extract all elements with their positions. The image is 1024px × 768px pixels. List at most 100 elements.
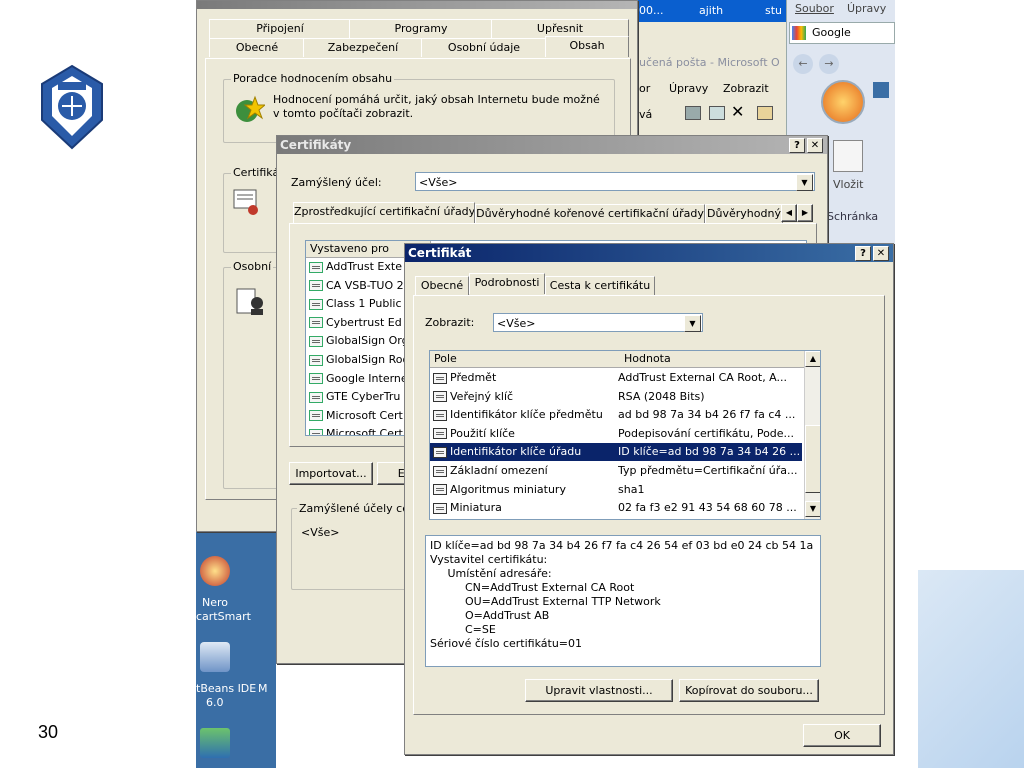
- tab-scroll-left-button[interactable]: ◀: [781, 204, 797, 222]
- certificate-issued-to: AddTrust Exte: [326, 260, 402, 273]
- tab-programy[interactable]: Programy: [349, 19, 493, 38]
- close-button[interactable]: ✕: [807, 138, 823, 153]
- delete-icon[interactable]: ✕: [731, 102, 744, 121]
- tab-obsah[interactable]: Obsah: [545, 36, 629, 57]
- field-row[interactable]: Veřejný klíč RSA (2048 Bits): [430, 388, 802, 406]
- help-button[interactable]: ?: [855, 246, 871, 261]
- field-row[interactable]: Algoritmus miniatury sha1: [430, 481, 802, 499]
- outlook-header-item[interactable]: ajith: [699, 4, 723, 17]
- chevron-down-icon[interactable]: ▼: [796, 174, 813, 191]
- paste-label[interactable]: Vložit: [833, 178, 863, 191]
- tab-details[interactable]: Podrobnosti: [469, 273, 545, 294]
- certificate-titlebar: Certifikát: [405, 244, 893, 262]
- content-advisor-icon: [235, 95, 267, 123]
- show-select[interactable]: <Vše> ▼: [493, 313, 703, 332]
- tab-obecne[interactable]: Obecné: [209, 38, 305, 57]
- outlook-menu-item[interactable]: or: [639, 82, 650, 95]
- certificate-dialog: Certifikát ? ✕ Obecné Podrobnosti Cesta …: [404, 243, 894, 755]
- tab-general[interactable]: Obecné: [415, 276, 469, 295]
- purpose-value: <Vše>: [419, 176, 458, 189]
- field-name: Algoritmus miniatury: [450, 482, 566, 496]
- column-header-field[interactable]: Pole: [430, 351, 621, 368]
- netbeans-label-2: 6.0: [206, 696, 224, 709]
- help-button[interactable]: ?: [789, 138, 805, 153]
- purpose-select[interactable]: <Vše> ▼: [415, 172, 815, 191]
- office-button-icon[interactable]: [821, 80, 865, 124]
- outlook-title: učená pošta - Microsoft O: [639, 56, 780, 69]
- fields-list[interactable]: Pole Hodnota Předmět AddTrust External CA…: [429, 350, 821, 520]
- menu-item-upravy[interactable]: Úpravy: [847, 2, 886, 15]
- nero-label-2: cartSmart: [196, 610, 251, 623]
- personal-group-label: Osobní: [231, 260, 274, 273]
- scroll-up-button[interactable]: ▲: [805, 351, 820, 367]
- field-row[interactable]: Identifikátor klíče úřadu ID klíče=ad bd …: [430, 443, 802, 462]
- certificate-icon: [309, 298, 323, 310]
- field-icon: [433, 409, 447, 421]
- save-icon[interactable]: [873, 82, 889, 98]
- outlook-toolbar-label: vá: [639, 108, 653, 121]
- certificate-title: Certifikát: [408, 246, 472, 260]
- detail-line: Umístění adresáře:: [430, 567, 552, 580]
- netbeans-icon[interactable]: [200, 642, 230, 672]
- field-row[interactable]: Použití klíče Podepisování certifikátu, P…: [430, 425, 802, 443]
- detail-textbox[interactable]: ID klíče=ad bd 98 7a 34 b4 26 f7 fa c4 2…: [425, 535, 821, 667]
- outlook-menu-item[interactable]: Zobrazit: [723, 82, 769, 95]
- certificate-issued-to: Microsoft Cert: [326, 408, 403, 422]
- forward-icon[interactable]: →: [819, 54, 839, 74]
- content-advisor-label: Poradce hodnocením obsahu: [231, 72, 395, 85]
- google-icon: [792, 26, 806, 40]
- certificates-group-label: Certifiká: [231, 166, 282, 179]
- reply-icon[interactable]: [757, 106, 773, 120]
- netbeans-label-extra: M: [258, 682, 268, 695]
- decorative-shape: [918, 570, 1024, 768]
- field-row[interactable]: Miniatura 02 fa f3 e2 91 43 54 68 60 78 .…: [430, 499, 802, 517]
- detail-lines: ID klíče=ad bd 98 7a 34 b4 26 f7 fa c4 2…: [430, 539, 813, 651]
- desktop-background: Nero cartSmart tBeans IDE M 6.0: [196, 530, 276, 768]
- app-icon[interactable]: [200, 728, 230, 758]
- field-value: AddTrust External CA Root, A...: [618, 371, 788, 384]
- field-row[interactable]: Předmět AddTrust External CA Root, A...: [430, 369, 802, 387]
- move-icon[interactable]: [709, 106, 725, 120]
- close-button[interactable]: ✕: [873, 246, 889, 261]
- tab-certification-path[interactable]: Cesta k certifikátu: [545, 276, 655, 295]
- paste-icon[interactable]: [833, 140, 863, 172]
- menu-item-soubor[interactable]: Soubor: [795, 2, 834, 15]
- outlook-header-item[interactable]: stu: [765, 4, 782, 17]
- back-icon[interactable]: ←: [793, 54, 813, 74]
- purpose-label: Zamýšlený účel:: [291, 176, 382, 189]
- tab-trusted-root-ca[interactable]: Důvěryhodné kořenové certifikační úřady: [475, 204, 705, 223]
- certificate-icon: [309, 317, 323, 329]
- copy-to-file-button[interactable]: Kopírovat do souboru...: [679, 679, 819, 702]
- outlook-menu-item[interactable]: Úpravy: [669, 82, 708, 95]
- field-name: Základní omezení: [450, 464, 548, 477]
- certificate-icon: [309, 391, 323, 403]
- tab-scroll-right-button[interactable]: ▶: [797, 204, 813, 222]
- google-toolbar[interactable]: Google: [789, 22, 895, 44]
- field-row[interactable]: Základní omezení Typ předmětu=Certifikačn…: [430, 462, 802, 480]
- ok-button[interactable]: OK: [803, 724, 881, 747]
- field-row[interactable]: Identifikátor klíče předmětu ad bd 98 7a …: [430, 406, 802, 424]
- nero-icon[interactable]: [200, 556, 230, 586]
- tab-pripojeni[interactable]: Připojení: [209, 19, 351, 38]
- show-value: <Vše>: [497, 317, 536, 330]
- internet-options-titlebar: [197, 1, 637, 9]
- scroll-thumb[interactable]: [805, 425, 820, 493]
- fields-scrollbar[interactable]: ▲ ▼: [804, 351, 820, 519]
- netbeans-label: tBeans IDE: [196, 682, 257, 695]
- tab-osobni-udaje[interactable]: Osobní údaje: [421, 38, 547, 57]
- certificate-icon: [309, 428, 323, 435]
- import-button[interactable]: Importovat...: [289, 462, 373, 485]
- scroll-down-button[interactable]: ▼: [805, 501, 820, 517]
- tab-zabezpeceni[interactable]: Zabezpečení: [303, 38, 423, 57]
- field-name: Identifikátor klíče předmětu: [450, 408, 603, 422]
- chevron-down-icon[interactable]: ▼: [684, 315, 701, 332]
- slide-page-number: 30: [38, 722, 59, 742]
- certificate-issued-to: GlobalSign Org: [326, 334, 409, 348]
- field-value: Typ předmětu=Certifikační úřa...: [618, 464, 798, 477]
- tab-trusted-publishers[interactable]: Důvěryhodný: [705, 204, 783, 223]
- print-icon[interactable]: [685, 106, 701, 120]
- outlook-header-item[interactable]: 00...: [639, 4, 664, 17]
- column-header-value[interactable]: Hodnota: [620, 351, 804, 368]
- tab-intermediate-ca[interactable]: Zprostředkující certifikační úřady: [293, 202, 475, 223]
- edit-properties-button[interactable]: Upravit vlastnosti...: [525, 679, 673, 702]
